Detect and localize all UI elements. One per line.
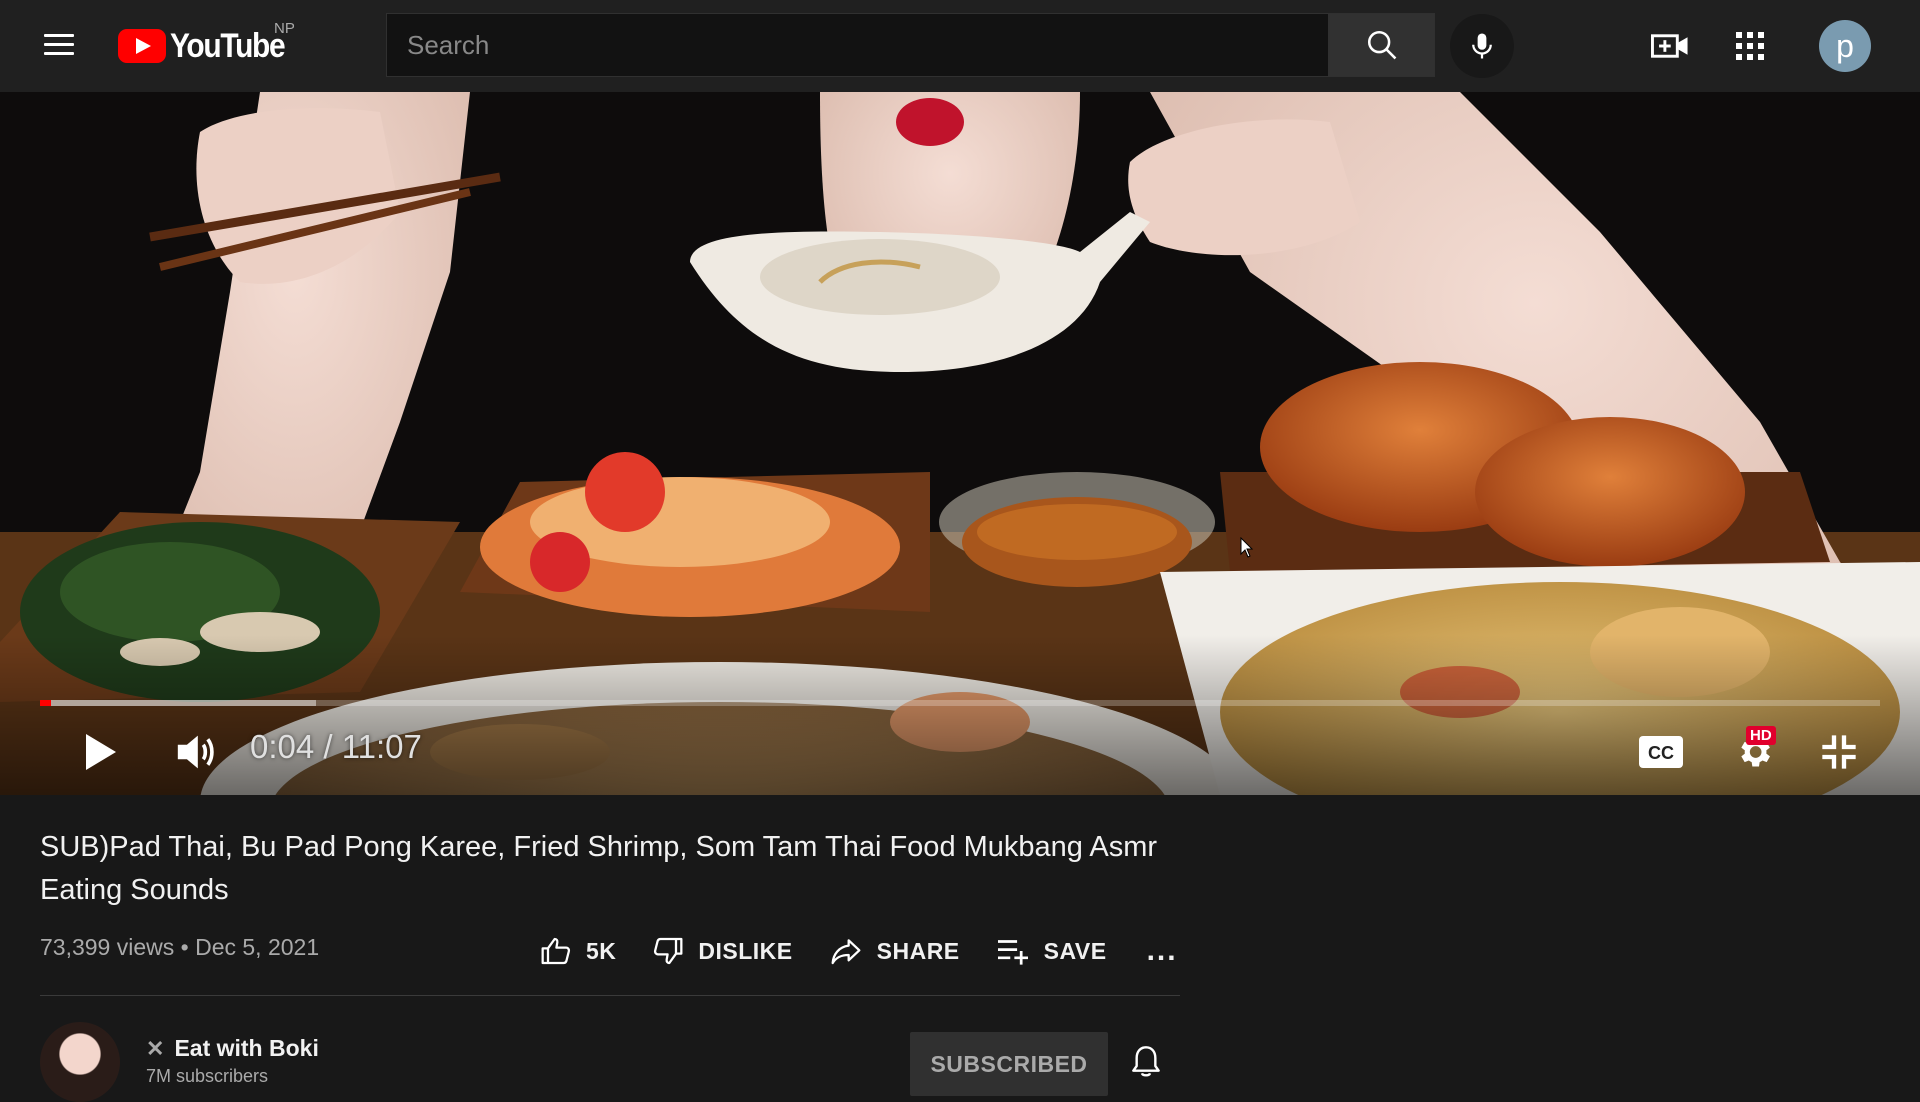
played-progress	[40, 700, 52, 706]
more-actions-button[interactable]: ...	[1147, 928, 1178, 974]
video-player[interactable]: 0:04 / 11:07 CC HD	[0, 92, 1920, 795]
share-label: SHARE	[876, 937, 960, 964]
dislike-button[interactable]: DISLIKE	[652, 928, 792, 974]
hd-badge: HD	[1746, 726, 1776, 745]
captions-button[interactable]: CC	[1636, 728, 1686, 776]
settings-button[interactable]: HD	[1728, 726, 1780, 776]
bell-icon	[1132, 1046, 1160, 1077]
video-title: SUB)Pad Thai, Bu Pad Pong Karee, Fried S…	[40, 831, 1158, 906]
divider	[40, 995, 1180, 996]
create-video-icon	[1651, 34, 1688, 58]
exit-fullscreen-button[interactable]	[1814, 728, 1864, 776]
progress-bar[interactable]	[40, 700, 1880, 706]
play-button[interactable]	[76, 728, 124, 776]
exit-fullscreen-icon	[1822, 735, 1856, 769]
thumbs-down-icon	[654, 937, 683, 965]
channel-name: Eat with Boki	[174, 1035, 319, 1061]
top-bar: YouTube NP Search p	[0, 0, 1920, 92]
account-avatar[interactable]: p	[1819, 20, 1871, 72]
time-display: 0:04 / 11:07	[250, 728, 422, 765]
create-video-button[interactable]	[1646, 22, 1694, 70]
buffered-progress	[40, 700, 316, 706]
youtube-logo[interactable]: YouTube NP	[118, 20, 300, 66]
share-icon	[831, 939, 861, 965]
playlist-add-icon	[997, 940, 1028, 965]
apps-grid-icon	[1736, 32, 1764, 60]
microphone-icon	[1472, 33, 1492, 59]
volume-icon	[177, 735, 214, 769]
like-button[interactable]: 5K	[540, 928, 616, 974]
logo-text: YouTube	[170, 26, 286, 65]
channel-name-link[interactable]: ✕ Eat with Boki	[146, 1035, 319, 1062]
controls-gradient	[0, 635, 1920, 795]
save-button[interactable]: SAVE	[996, 928, 1107, 974]
svg-text:CC: CC	[1648, 743, 1674, 763]
channel-avatar[interactable]	[40, 1022, 120, 1102]
upload-date: Dec 5, 2021	[195, 934, 320, 960]
close-icon: ✕	[146, 1035, 165, 1061]
share-button[interactable]: SHARE	[829, 928, 960, 974]
volume-button[interactable]	[170, 728, 222, 776]
search-box	[386, 13, 1329, 77]
search-button[interactable]	[1329, 13, 1435, 77]
more-dots-icon: ...	[1146, 934, 1178, 967]
search-input[interactable]	[387, 14, 1328, 76]
thumbs-up-icon	[541, 937, 571, 965]
menu-icon[interactable]	[40, 28, 78, 64]
save-label: SAVE	[1043, 937, 1107, 964]
apps-button[interactable]	[1726, 22, 1774, 70]
mouse-cursor-icon	[1240, 537, 1254, 558]
like-count: 5K	[586, 937, 617, 964]
video-meta: 73,399 views • Dec 5, 2021	[40, 934, 319, 961]
action-bar: 5K DISLIKE SHARE SAVE ...	[540, 928, 1214, 974]
search-icon	[1367, 30, 1397, 60]
voice-search-button[interactable]	[1450, 14, 1514, 78]
dislike-label: DISLIKE	[698, 937, 793, 964]
view-count: 73,399 views	[40, 934, 175, 960]
meta-separator: •	[180, 934, 189, 960]
play-icon	[86, 734, 116, 770]
youtube-play-logo-icon	[118, 29, 166, 63]
notification-bell-button[interactable]	[1130, 1044, 1162, 1085]
subscribe-button[interactable]: SUBSCRIBED	[910, 1032, 1108, 1096]
subscriber-count: 7M subscribers	[146, 1066, 269, 1086]
closed-captions-icon: CC	[1639, 736, 1683, 768]
country-code: NP	[274, 20, 295, 37]
